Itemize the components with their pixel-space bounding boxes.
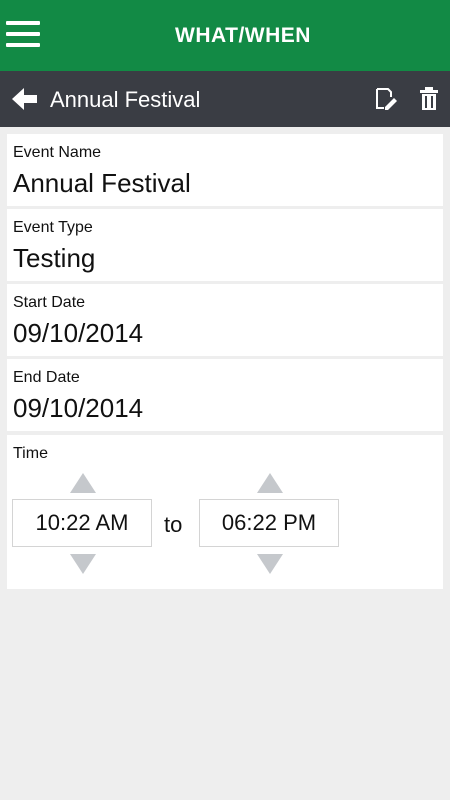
end-time-up-arrow-icon[interactable]: [257, 473, 283, 493]
time-separator: to: [164, 512, 183, 537]
event-title: Annual Festival: [50, 87, 201, 112]
hamburger-menu-icon[interactable]: [6, 21, 40, 49]
app-header: WHAT/WHEN: [0, 0, 450, 71]
event-type-value: Testing: [13, 243, 96, 273]
event-name-label: Event Name: [13, 144, 102, 161]
trash-icon[interactable]: [419, 87, 439, 111]
back-arrow-icon[interactable]: [12, 86, 38, 112]
start-time-down-arrow-icon[interactable]: [70, 554, 96, 574]
time-label: Time: [13, 445, 48, 462]
start-date-value: 09/10/2014: [13, 318, 144, 348]
end-time-field[interactable]: 06:22 PM: [199, 499, 339, 547]
time-card: Time 10:22 AM to 06:22 PM: [7, 435, 443, 589]
event-toolbar: Annual Festival: [0, 71, 450, 127]
start-date-label: Start Date: [13, 294, 86, 311]
end-date-card: End Date 09/10/2014: [7, 359, 443, 431]
start-time-field[interactable]: 10:22 AM: [12, 499, 152, 547]
end-time-down-arrow-icon[interactable]: [257, 554, 283, 574]
event-name-card: Event Name Annual Festival: [7, 134, 443, 206]
event-type-card: Event Type Testing: [7, 209, 443, 281]
end-date-label: End Date: [13, 369, 80, 386]
event-type-label: Event Type: [13, 219, 93, 236]
edit-icon[interactable]: [374, 87, 398, 111]
event-name-value: Annual Festival: [13, 168, 191, 198]
end-date-value: 09/10/2014: [13, 393, 144, 423]
start-date-card: Start Date 09/10/2014: [7, 284, 443, 356]
app-title: WHAT/WHEN: [175, 24, 311, 47]
start-time-up-arrow-icon[interactable]: [70, 473, 96, 493]
